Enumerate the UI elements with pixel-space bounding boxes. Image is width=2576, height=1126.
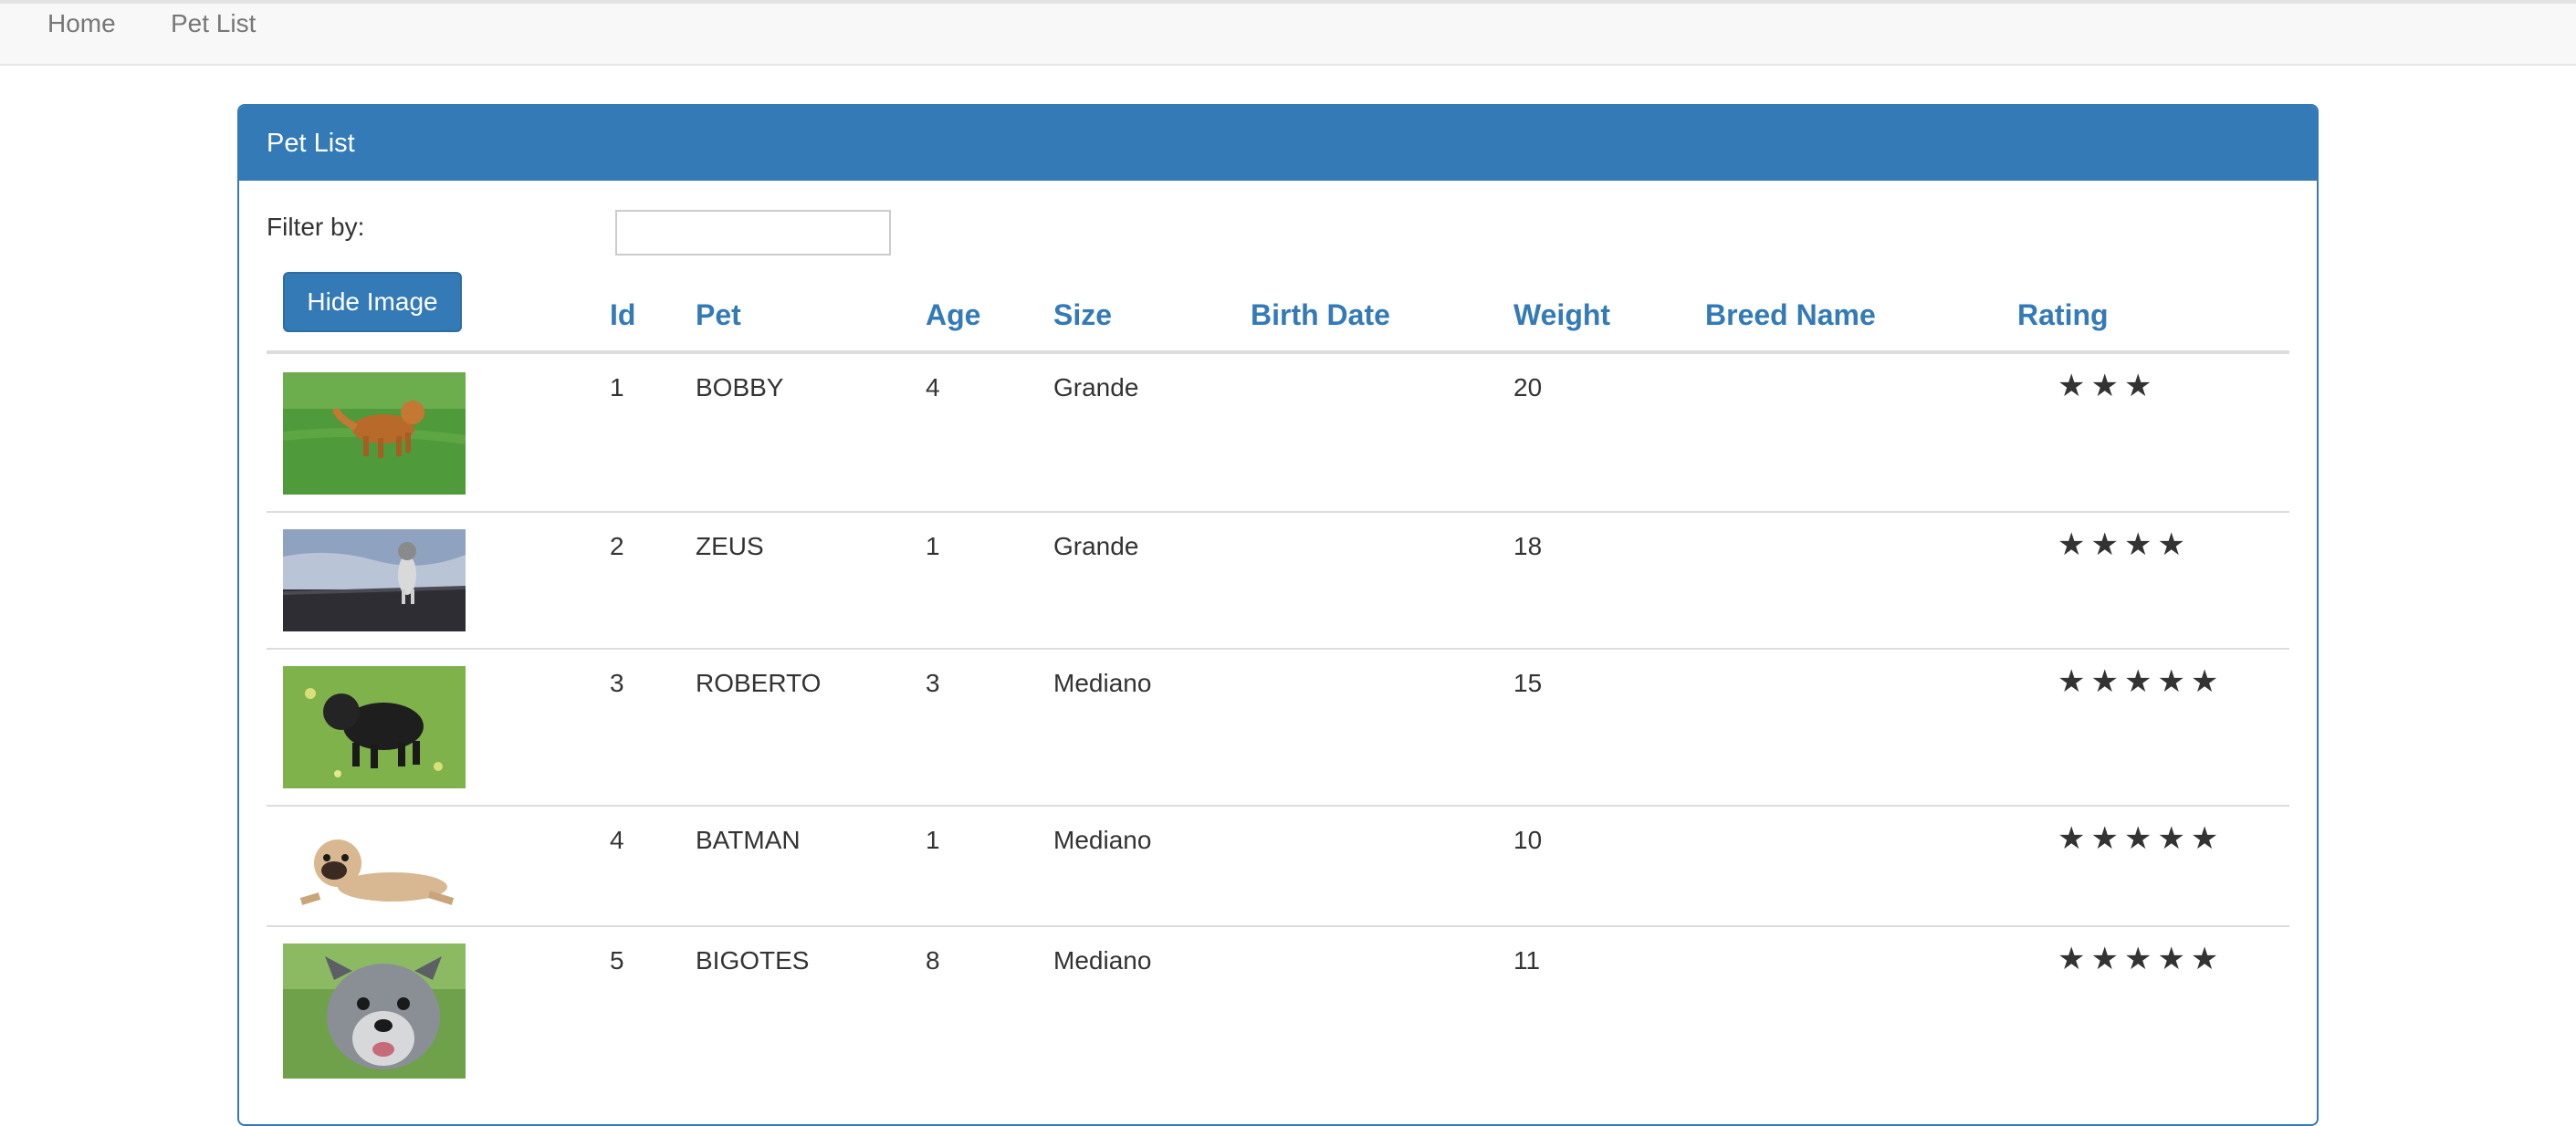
table-row: 5 BIGOTES 8 Mediano 11 ★★★★★ [267, 925, 2289, 1124]
table-row: 2 ZEUS 1 Grande 18 ★★★★ [267, 511, 2289, 648]
pet-id: 2 [610, 532, 624, 560]
pet-size: Grande [1053, 532, 1139, 560]
pet-weight: 15 [1513, 669, 1543, 697]
column-header-id[interactable]: Id [610, 297, 635, 332]
rating-stars: ★★★★★ [2058, 942, 2225, 976]
pet-id: 3 [610, 669, 624, 697]
rating-stars: ★★★★ [2058, 527, 2191, 562]
column-header-age[interactable]: Age [926, 297, 980, 332]
pet-weight: 11 [1513, 946, 1541, 975]
pet-photo-schnauzer [283, 944, 466, 1079]
pet-age: 1 [926, 532, 940, 560]
pet-weight: 10 [1513, 826, 1543, 854]
column-header-pet[interactable]: Pet [696, 297, 741, 332]
panel-heading: Pet List [239, 106, 2317, 181]
pet-name: BOBBY [696, 373, 784, 401]
pet-id: 1 [610, 373, 624, 401]
rating-stars: ★★★★★ [2058, 821, 2225, 856]
column-header-size[interactable]: Size [1053, 297, 1112, 332]
pet-photo-golden-retriever [283, 372, 466, 495]
column-header-weight[interactable]: Weight [1513, 297, 1610, 332]
pet-age: 4 [926, 373, 940, 401]
pet-id: 5 [610, 946, 624, 975]
pet-photo-black-pug [283, 666, 466, 788]
filter-label: Filter by: [267, 213, 365, 241]
table-row: 1 BOBBY 4 Grande 20 ★★★ [267, 354, 2289, 511]
pet-id: 4 [610, 826, 624, 854]
pet-name: ZEUS [696, 532, 764, 560]
pet-photo-fawn-pug [283, 823, 466, 911]
top-navbar: Home Pet List [0, 0, 2576, 66]
filter-input[interactable] [615, 210, 891, 255]
panel-title: Pet List [267, 129, 355, 158]
pet-size: Mediano [1053, 946, 1152, 975]
pet-name: BATMAN [696, 826, 801, 854]
pet-name: ROBERTO [696, 669, 822, 697]
pet-name: BIGOTES [696, 946, 810, 975]
pet-size: Grande [1053, 373, 1139, 401]
hide-image-button[interactable]: Hide Image [283, 272, 462, 332]
pet-photo-husky [283, 529, 466, 631]
table-row: 4 BATMAN 1 Mediano 10 ★★★★★ [267, 805, 2289, 925]
nav-pet-list-link[interactable]: Pet List [171, 7, 256, 40]
column-header-birth-date[interactable]: Birth Date [1251, 297, 1390, 332]
column-header-rating[interactable]: Rating [2017, 297, 2109, 332]
column-header-breed-name[interactable]: Breed Name [1705, 297, 1876, 332]
pet-weight: 18 [1513, 532, 1543, 560]
pet-size: Mediano [1053, 669, 1152, 697]
table-row: 3 ROBERTO 3 Mediano 15 ★★★★★ [267, 648, 2289, 805]
pet-age: 3 [926, 669, 940, 697]
pet-list-panel: Pet List Filter by: Hide Image Id Pet Ag… [237, 104, 2319, 1126]
pet-weight: 20 [1513, 373, 1543, 401]
rating-stars: ★★★★★ [2058, 664, 2225, 699]
nav-home-link[interactable]: Home [47, 7, 116, 40]
pet-age: 8 [926, 946, 940, 975]
pet-age: 1 [926, 826, 940, 854]
rating-stars: ★★★ [2058, 369, 2158, 403]
pet-size: Mediano [1053, 826, 1152, 854]
